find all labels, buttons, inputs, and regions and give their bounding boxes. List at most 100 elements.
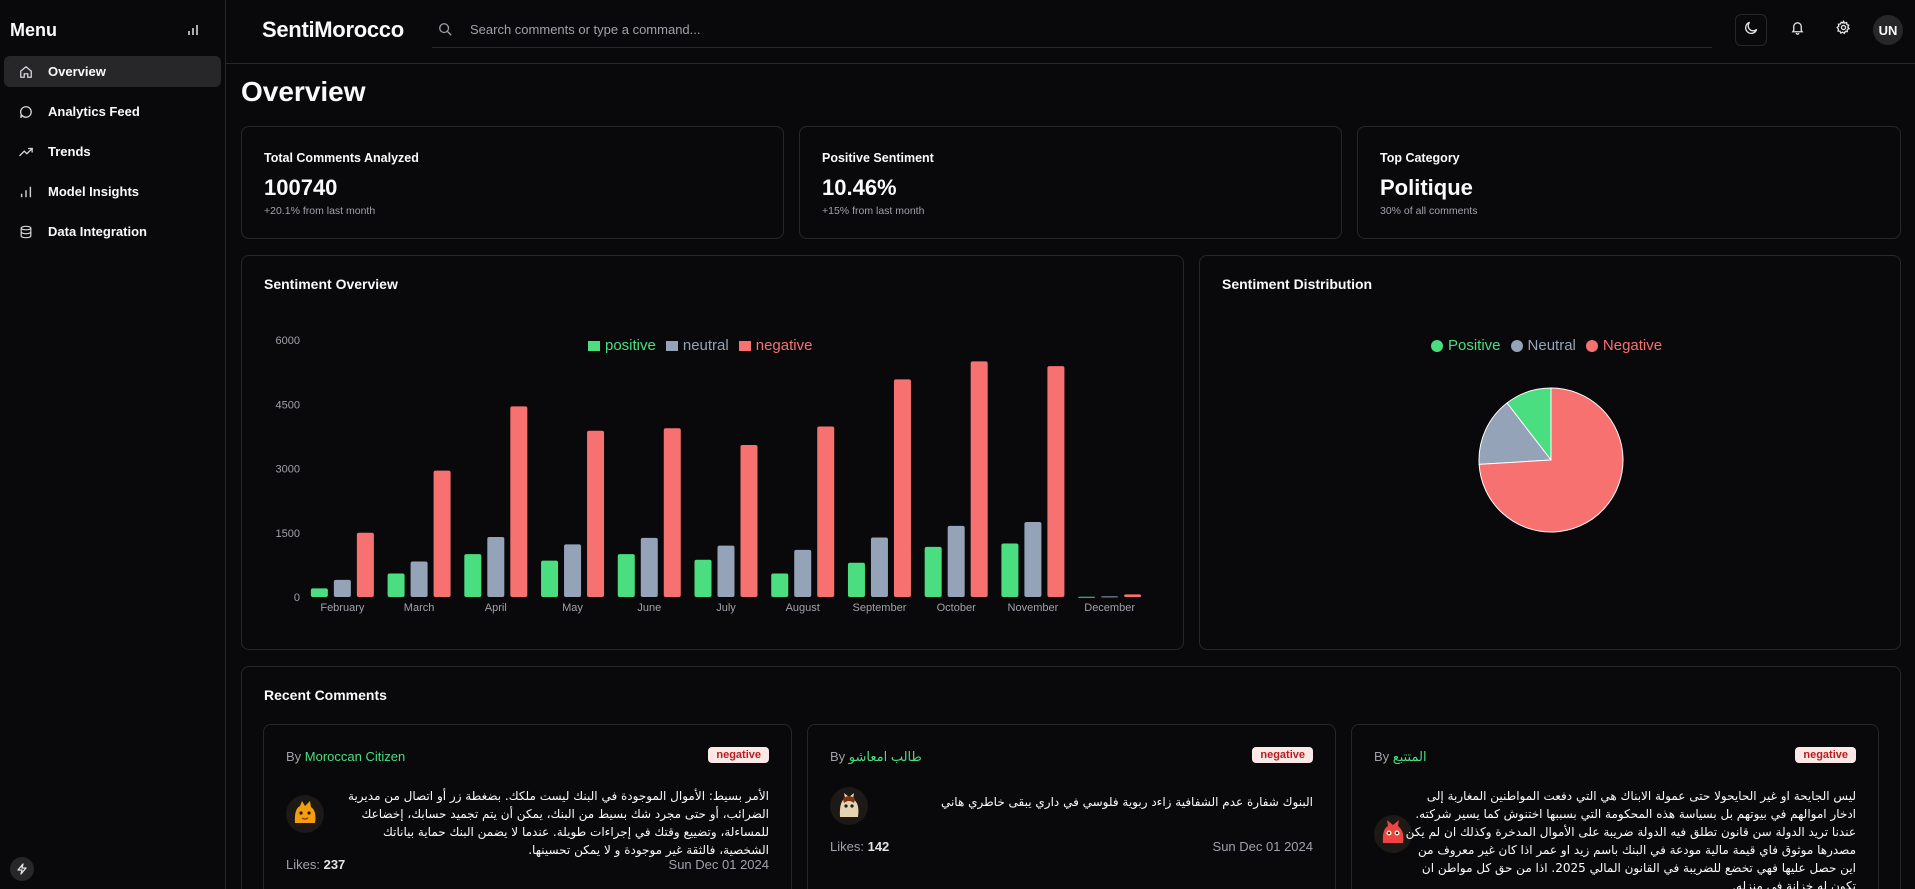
bar-neutral[interactable] [870, 537, 888, 597]
bar-positive[interactable] [464, 554, 482, 597]
search-icon [438, 22, 454, 38]
x-tick-label: May [562, 602, 583, 614]
home-icon [18, 64, 34, 80]
sidebar-item-trends[interactable]: Trends [4, 136, 221, 167]
search-bar[interactable] [432, 12, 1712, 48]
likes-label: Likes: [830, 839, 864, 854]
bar-positive[interactable] [387, 573, 405, 597]
bar-neutral[interactable] [564, 544, 582, 597]
bar-negative[interactable] [510, 406, 528, 597]
bar-neutral[interactable] [640, 537, 658, 597]
sentiment-badge: negative [708, 747, 769, 763]
sidebar-item-overview[interactable]: Overview [4, 56, 221, 87]
stat-change: +20.1% from last month [264, 205, 376, 217]
bar-neutral[interactable] [717, 545, 735, 597]
comment-text: الأمر بسيط: الأموال الموجودة في البنك لي… [348, 789, 769, 857]
bar-neutral[interactable] [487, 537, 505, 597]
bar-negative[interactable] [817, 426, 835, 597]
x-tick-label: August [786, 602, 820, 614]
sentiment-overview-card: Sentiment Overview positive neutral nega… [241, 255, 1184, 650]
top-actions: UN [1735, 14, 1903, 46]
sidebar-item-label: Trends [48, 144, 91, 159]
moon-icon [1744, 20, 1759, 40]
bar-positive[interactable] [694, 559, 712, 597]
bar-neutral[interactable] [1024, 522, 1042, 597]
by-label: By [830, 749, 846, 764]
bar-negative[interactable] [663, 428, 681, 597]
sidebar-item-label: Data Integration [48, 224, 147, 239]
bar-positive[interactable] [847, 562, 865, 597]
comment-author[interactable]: طالب امعاشو [849, 749, 922, 764]
search-input[interactable] [470, 22, 1370, 37]
stat-card-positive-sentiment: Positive Sentiment 10.46% +15% from last… [799, 126, 1342, 239]
bolt-icon[interactable] [10, 857, 34, 881]
database-icon [18, 224, 34, 240]
by-label: By [1374, 749, 1390, 764]
y-tick-label: 4500 [276, 399, 300, 411]
sidebar-item-label: Model Insights [48, 184, 139, 199]
bar-negative[interactable] [893, 379, 911, 597]
y-tick-label: 3000 [276, 464, 300, 476]
comment-author-line: By المتتبع [1374, 749, 1427, 765]
bar-neutral[interactable] [410, 561, 428, 597]
stat-label: Total Comments Analyzed [264, 151, 419, 165]
bar-neutral[interactable] [794, 549, 812, 597]
comment-card[interactable]: By المتتبع negative ليس الجايحة او غير ا… [1351, 724, 1879, 889]
sidebar-item-model-insights[interactable]: Model Insights [4, 176, 221, 207]
comment-text: ليس الجايحة او غير الحايحولا حتى عمولة ا… [1405, 789, 1856, 889]
bar-negative[interactable] [1047, 366, 1065, 597]
brand-logo[interactable]: SentiMorocco [262, 17, 404, 43]
trending-up-icon [18, 144, 34, 160]
comment-card[interactable]: By طالب امعاشو negative البنوك شفارة عدم… [807, 724, 1336, 889]
sentiment-bar-chart: 0 1500 3000 4500 6000 February March April May Ju… [276, 335, 1142, 614]
comment-date: Sun Dec 01 2024 [1212, 839, 1313, 854]
likes-count: 237 [323, 857, 346, 872]
theme-toggle-button[interactable] [1735, 14, 1767, 46]
sidebar: Menu Overview Analytics Feed Trends Mode… [0, 0, 226, 889]
x-tick-label: March [404, 602, 435, 614]
avatar [286, 795, 324, 833]
x-tick-label: June [637, 602, 661, 614]
bar-negative[interactable] [433, 470, 451, 597]
bar-positive[interactable] [1078, 596, 1096, 598]
user-avatar[interactable]: UN [1873, 15, 1903, 45]
bar-positive[interactable] [1001, 543, 1019, 597]
notifications-button[interactable] [1781, 14, 1813, 46]
sidebar-title: Menu [10, 19, 57, 40]
comment-author-line: By Moroccan Citizen [286, 749, 405, 764]
comment-likes: Likes: 237 [286, 857, 345, 872]
x-tick-label: November [1008, 602, 1059, 614]
bar-neutral[interactable] [1101, 596, 1119, 598]
bar-negative[interactable] [970, 361, 988, 597]
y-tick-label: 6000 [276, 335, 300, 347]
comment-author[interactable]: Moroccan Citizen [305, 749, 405, 764]
message-icon [18, 104, 34, 120]
bar-negative[interactable] [1124, 594, 1142, 597]
bar-negative[interactable] [740, 444, 758, 597]
sentiment-badge: negative [1795, 747, 1856, 763]
bar-positive[interactable] [617, 554, 635, 597]
toggle-chart-icon[interactable] [185, 22, 201, 38]
y-tick-label: 0 [294, 592, 300, 604]
comment-card[interactable]: By Moroccan Citizen negative الأمر بسيط:… [263, 724, 792, 889]
bar-neutral[interactable] [947, 525, 965, 597]
comment-likes: Likes: 142 [830, 839, 889, 854]
bar-positive[interactable] [771, 573, 789, 597]
sidebar-item-label: Analytics Feed [48, 104, 140, 119]
likes-count: 142 [867, 839, 890, 854]
top-bar: SentiMorocco UN [226, 0, 1915, 64]
x-tick-label: April [485, 602, 507, 614]
comment-author[interactable]: المتتبع [1393, 749, 1427, 764]
comment-text: البنوك شفارة عدم الشفافية زاءد ربوية فلو… [940, 795, 1313, 809]
bar-neutral[interactable] [333, 579, 351, 597]
stat-card-top-category: Top Category Politique 30% of all commen… [1357, 126, 1901, 239]
x-tick-label: December [1084, 602, 1135, 614]
sidebar-item-analytics-feed[interactable]: Analytics Feed [4, 96, 221, 127]
bar-positive[interactable] [541, 560, 559, 597]
settings-button[interactable] [1827, 14, 1859, 46]
bar-negative[interactable] [356, 532, 374, 597]
bar-positive[interactable] [924, 546, 942, 597]
sidebar-item-data-integration[interactable]: Data Integration [4, 216, 221, 247]
bar-positive[interactable] [310, 588, 328, 597]
bar-negative[interactable] [587, 430, 605, 597]
